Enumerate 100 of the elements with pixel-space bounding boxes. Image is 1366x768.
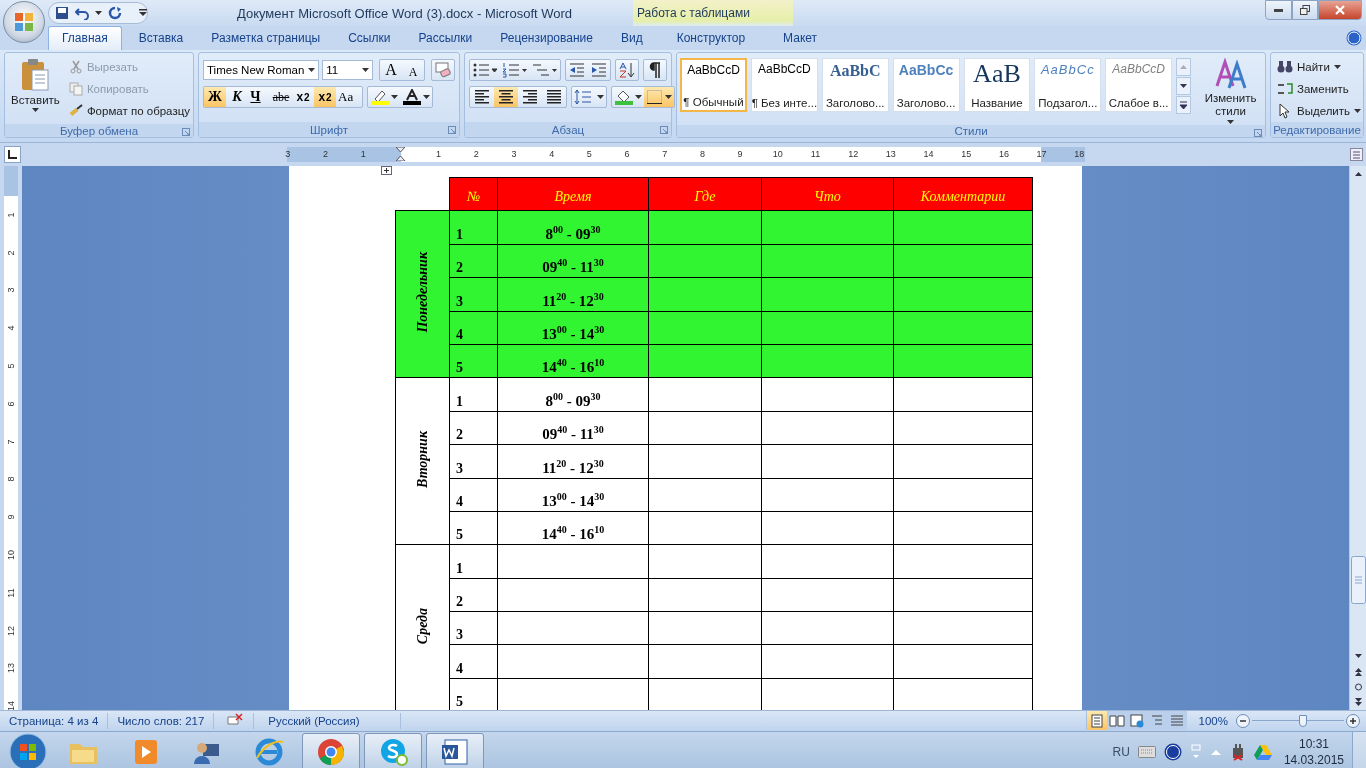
multilevel-list-icon[interactable] [532, 62, 558, 78]
bullets-icon[interactable] [472, 62, 498, 78]
style-name: Название [971, 97, 1023, 109]
taskbar-button[interactable] [364, 733, 422, 768]
taskbar-button[interactable] [302, 733, 360, 768]
paste-button[interactable]: Вставить [8, 56, 63, 121]
highlighter-icon[interactable] [370, 89, 391, 105]
style-preview: AaBbCcD [1112, 62, 1165, 76]
table-cell: 11$^{20}$ - 12$^{30}$ [497, 444, 649, 478]
minimize-button[interactable] [1265, 0, 1292, 20]
pilcrow-icon[interactable] [648, 62, 662, 78]
more-styles-icon[interactable] [1176, 96, 1192, 114]
table-cell: 2 [449, 244, 498, 278]
reading-view-icon [1108, 712, 1125, 729]
customize-icon[interactable] [139, 9, 147, 17]
style-option[interactable]: AaBbCcD ¶ Обычный [680, 58, 747, 112]
increase-indent-icon[interactable] [591, 62, 607, 78]
zoom-slider[interactable] [1252, 714, 1344, 727]
zoom-out-icon[interactable] [1236, 713, 1250, 728]
table-move-handle-icon[interactable] [381, 166, 392, 175]
start-button-icon[interactable] [8, 732, 48, 768]
decrease-indent-icon[interactable] [569, 62, 585, 78]
style-option[interactable]: AaBbCcD Слабое в... [1105, 58, 1173, 112]
style-option[interactable]: AaBbCc Подзагол... [1034, 58, 1102, 112]
style-option[interactable]: AaBbCc Заголово... [892, 58, 960, 112]
format-button[interactable]: abe [270, 87, 292, 107]
group-label: Абзац [551, 123, 585, 136]
scroll-down-icon[interactable] [1176, 77, 1192, 95]
undo-icon[interactable] [75, 6, 89, 20]
taskbar-button[interactable] [426, 733, 484, 768]
table-cell: 2 [449, 411, 498, 445]
ribbon-tab[interactable]: Вставка [124, 26, 198, 50]
ruler-number: 12 [6, 625, 16, 636]
zoom-in-icon[interactable] [1346, 713, 1360, 728]
ruler-number: 14 [6, 701, 16, 710]
paint-bucket-icon[interactable] [614, 89, 634, 105]
table-cell: 09$^{40}$ - 11$^{30}$ [497, 411, 649, 445]
format-button[interactable]: Ч [248, 87, 270, 107]
ribbon-tab[interactable]: Вид [606, 26, 657, 50]
borders-icon[interactable] [646, 89, 664, 105]
language-indicator[interactable]: Русский (Россия) [254, 712, 401, 729]
save-icon[interactable] [55, 6, 69, 20]
clock[interactable]: 10:31 14.03.2015 [1283, 736, 1344, 768]
scroll-thumb-icon[interactable] [1350, 556, 1366, 604]
format-button[interactable]: Ж [204, 87, 226, 107]
help-icon[interactable] [1346, 30, 1362, 46]
caret-icon [597, 95, 604, 99]
numbering-icon[interactable] [502, 62, 528, 78]
ribbon-tab[interactable]: Рассылки [404, 26, 487, 50]
shrink-font-button[interactable]: A [402, 60, 424, 80]
tab-stop-button[interactable] [4, 145, 21, 163]
ribbon-tab[interactable]: Рецензирование [486, 26, 607, 50]
office-button[interactable] [3, 1, 45, 43]
style-preview: AaBbCcD [758, 62, 811, 76]
table-cell: 3 [449, 611, 498, 645]
zoom-level[interactable]: 100% [1198, 714, 1228, 727]
redo-icon[interactable] [108, 6, 122, 20]
ribbon-tab[interactable]: Конструктор [662, 26, 760, 50]
ribbon-tab[interactable]: Разметка страницы [197, 26, 335, 50]
ribbon-tab[interactable]: Ссылки [334, 26, 405, 50]
close-button[interactable] [1318, 0, 1362, 20]
ruler-number: 3 [510, 148, 518, 161]
help-icon[interactable] [1163, 743, 1182, 761]
caret-icon [423, 95, 431, 99]
font-color-icon[interactable] [402, 89, 423, 105]
style-option[interactable]: AaBbCcD ¶ Без инте... [750, 58, 818, 112]
word-count[interactable]: Число слов: 217 [108, 712, 215, 729]
table-cell: 14$^{40}$ - 16$^{10}$ [497, 344, 649, 378]
ruler-number: 12 [847, 148, 860, 161]
editing-command[interactable]: Найти [1277, 57, 1359, 77]
keyboard-icon[interactable] [1137, 746, 1156, 758]
table-cell: 8$^{00}$ - 09$^{30}$ [497, 377, 649, 412]
day-label: Вторник [414, 430, 431, 488]
clipboard-command[interactable]: Формат по образцу [68, 101, 190, 121]
editing-command[interactable]: Выделить [1277, 101, 1359, 121]
ruler-number: 10 [771, 148, 784, 161]
page-count[interactable]: Страница: 4 из 4 [0, 712, 109, 729]
restore-button[interactable] [1292, 0, 1318, 20]
ruler-number: 13 [6, 663, 16, 674]
font-size-field[interactable]: 11 [322, 60, 373, 80]
align-button[interactable] [494, 87, 518, 107]
style-option[interactable]: AaB Название [963, 58, 1031, 112]
ribbon-tab[interactable]: Макет [769, 26, 832, 50]
ribbon-tab[interactable]: Главная [48, 26, 122, 50]
format-button[interactable]: К [226, 87, 248, 107]
style-option[interactable]: AaBbC Заголово... [821, 58, 889, 112]
font-name-field[interactable]: Times New Roman [203, 60, 320, 80]
change-styles-button[interactable]: Изменить стили [1199, 58, 1263, 124]
ruler-number: 15 [960, 148, 973, 161]
indent-marker-icon[interactable] [396, 147, 406, 161]
table-cell: 5 [449, 511, 498, 545]
spelling-check-icon[interactable] [226, 712, 245, 727]
view-button[interactable] [1086, 711, 1107, 730]
input-language[interactable]: RU [1112, 745, 1130, 759]
ruler-number: 1 [435, 148, 443, 161]
grow-font-button[interactable]: A [380, 60, 402, 80]
editing-command[interactable]: Заменить [1277, 79, 1359, 99]
format-button[interactable]: Aa [336, 87, 363, 107]
ruler-toggle-icon[interactable] [1350, 147, 1363, 161]
ruler-number: 3 [284, 148, 292, 161]
